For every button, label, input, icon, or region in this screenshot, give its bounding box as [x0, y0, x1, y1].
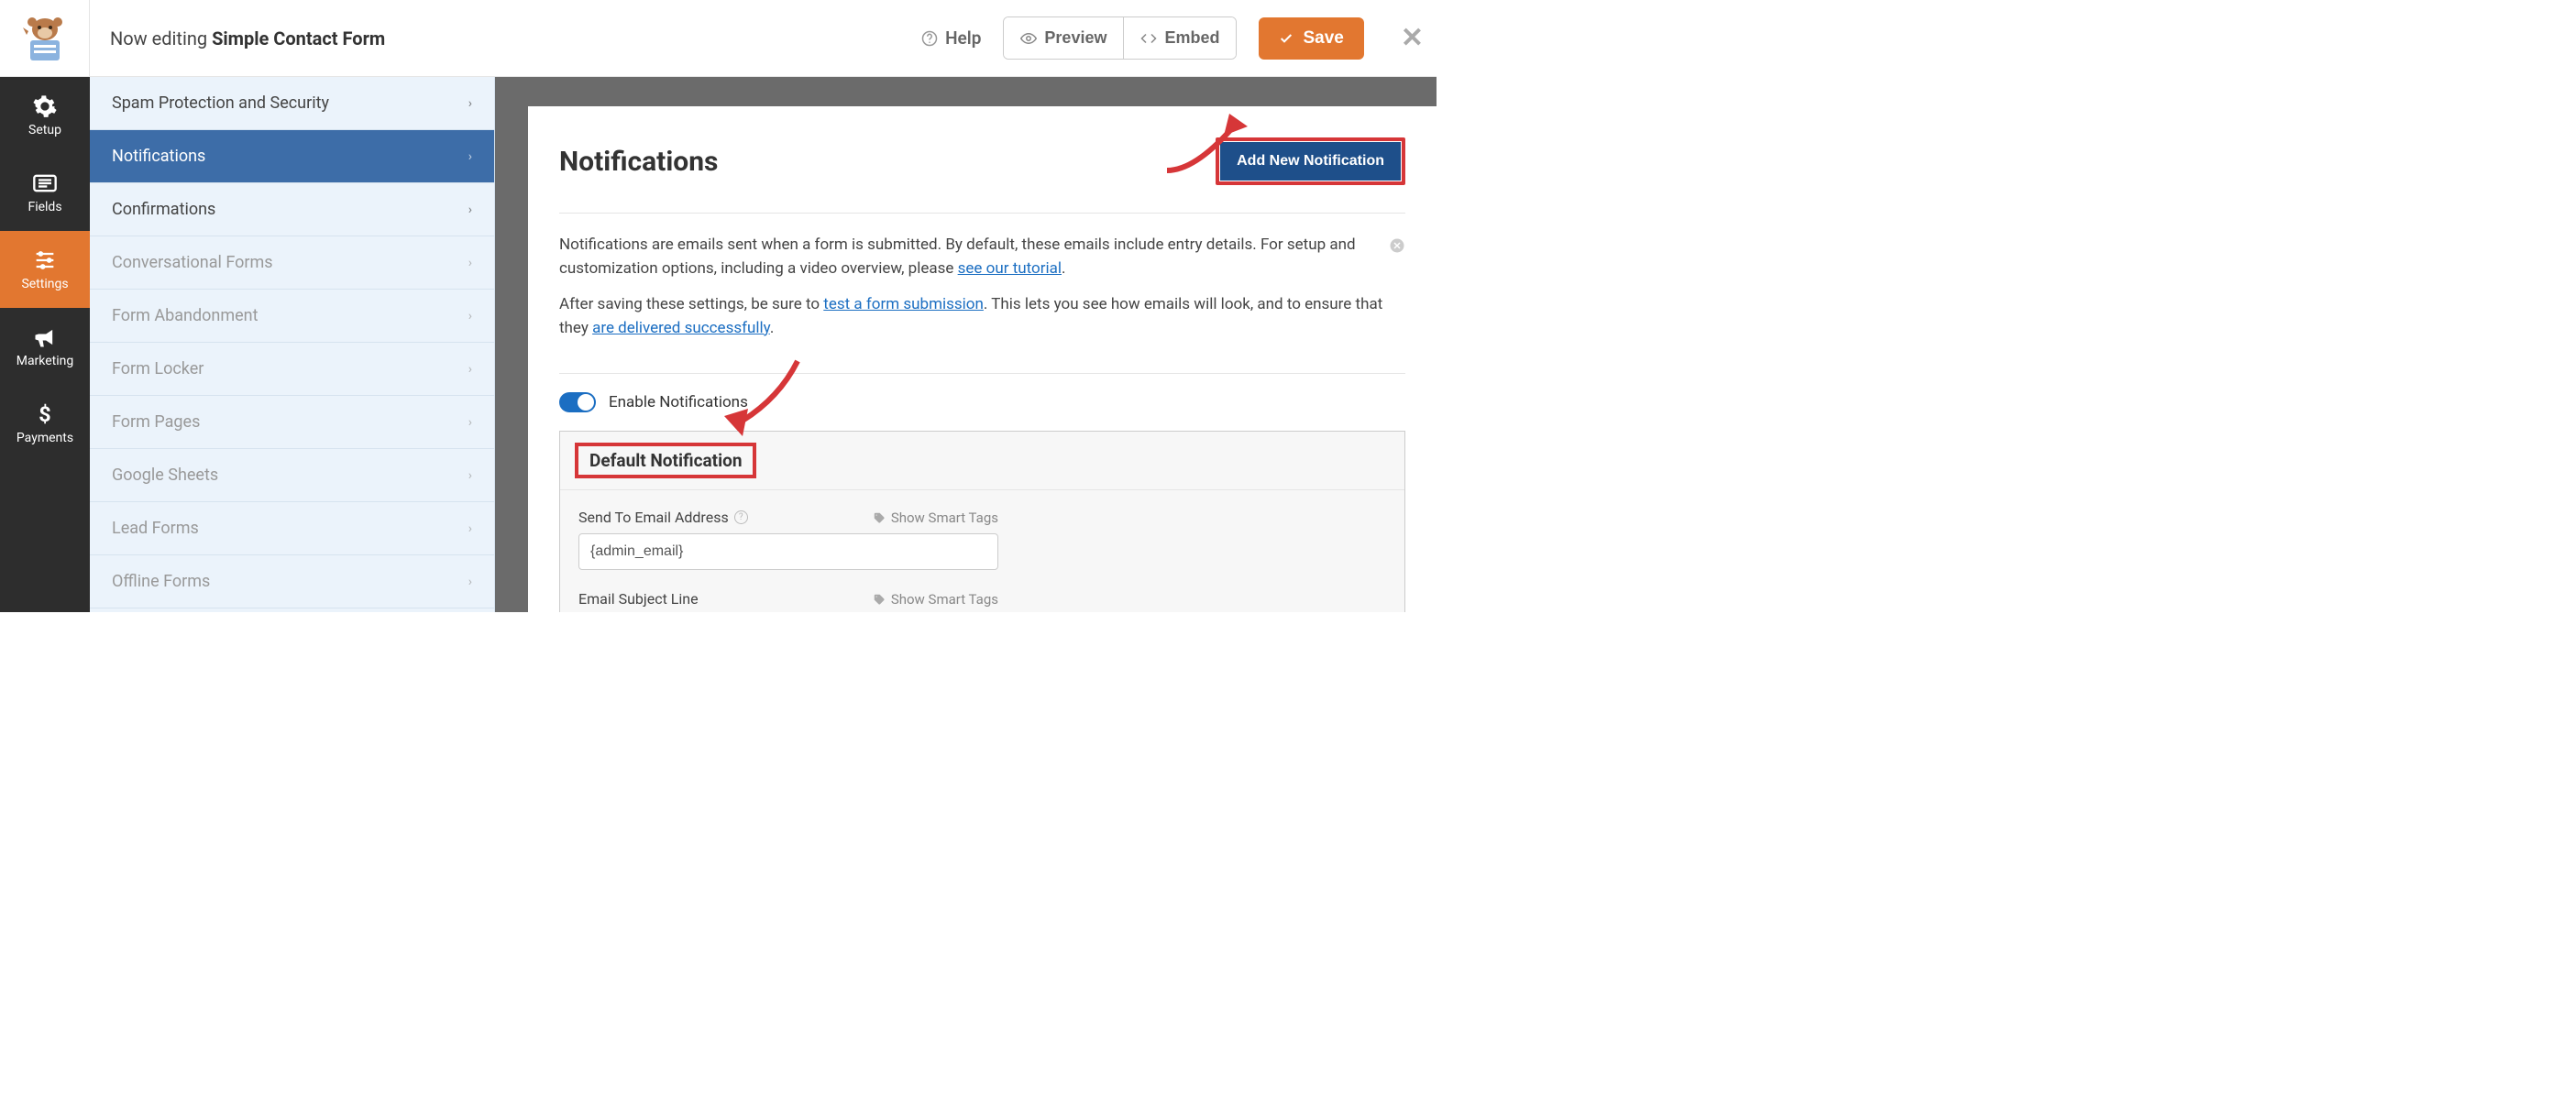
- settings-item-locker[interactable]: Form Locker›: [90, 343, 494, 396]
- field-label: Email Subject Line: [578, 590, 699, 608]
- settings-item-abandonment[interactable]: Form Abandonment›: [90, 290, 494, 343]
- tag-icon: [873, 593, 886, 606]
- eye-icon: [1020, 30, 1037, 47]
- chevron-right-icon: ›: [468, 521, 472, 536]
- app-logo[interactable]: [0, 0, 90, 77]
- send-to-email-input[interactable]: [578, 533, 998, 570]
- chevron-right-icon: ›: [468, 575, 472, 589]
- code-icon: [1140, 30, 1157, 47]
- chevron-right-icon: ›: [468, 468, 472, 483]
- add-new-notification-button[interactable]: Add New Notification: [1220, 142, 1401, 181]
- sidebar-item-marketing[interactable]: Marketing: [0, 308, 90, 385]
- list-icon: [32, 170, 58, 196]
- delivery-link[interactable]: are delivered successfully: [592, 319, 770, 337]
- svg-text:$: $: [39, 401, 50, 427]
- check-icon: [1279, 31, 1294, 46]
- settings-item-pages[interactable]: Form Pages›: [90, 396, 494, 449]
- primary-sidebar: Setup Fields Settings Marketing $ Paymen…: [0, 77, 90, 612]
- dismiss-icon[interactable]: [1389, 234, 1405, 261]
- bullhorn-icon: [32, 324, 58, 350]
- chevron-right-icon: ›: [468, 415, 472, 430]
- help-link[interactable]: Help: [921, 27, 981, 49]
- settings-item-notifications[interactable]: Notifications›: [90, 130, 494, 183]
- dollar-icon: $: [32, 401, 58, 427]
- sidebar-item-payments[interactable]: $ Payments: [0, 385, 90, 462]
- enable-notifications-toggle[interactable]: [559, 392, 596, 412]
- tutorial-link[interactable]: see our tutorial: [958, 259, 1062, 278]
- notification-card: Default Notification Send To Email Addre…: [559, 431, 1405, 612]
- close-icon[interactable]: ✕: [1401, 22, 1424, 54]
- settings-item-confirmations[interactable]: Confirmations›: [90, 183, 494, 236]
- sliders-icon: [32, 247, 58, 273]
- settings-sidebar: Spam Protection and Security› Notificati…: [90, 77, 495, 612]
- now-editing-text: Now editing Simple Contact Form: [110, 27, 385, 49]
- settings-item-sheets[interactable]: Google Sheets›: [90, 449, 494, 502]
- chevron-right-icon: ›: [468, 309, 472, 323]
- settings-item-spam[interactable]: Spam Protection and Security›: [90, 77, 494, 130]
- chevron-right-icon: ›: [468, 362, 472, 377]
- chevron-right-icon: ›: [468, 256, 472, 270]
- form-name: Simple Contact Form: [212, 27, 385, 49]
- panel-title: Notifications: [559, 146, 718, 178]
- help-label: Help: [945, 27, 981, 49]
- test-form-link[interactable]: test a form submission: [823, 295, 984, 313]
- chevron-right-icon: ›: [468, 96, 472, 111]
- panel-description: Notifications are emails sent when a for…: [559, 214, 1405, 374]
- tag-icon: [873, 511, 886, 524]
- toggle-label: Enable Notifications: [609, 393, 748, 411]
- sidebar-item-fields[interactable]: Fields: [0, 154, 90, 231]
- save-button[interactable]: Save: [1259, 17, 1363, 60]
- embed-button[interactable]: Embed: [1123, 17, 1236, 59]
- card-title: Default Notification: [589, 450, 742, 471]
- sidebar-item-setup[interactable]: Setup: [0, 77, 90, 154]
- settings-item-offline[interactable]: Offline Forms›: [90, 555, 494, 608]
- field-label: Send To Email Address ?: [578, 509, 748, 526]
- help-icon[interactable]: ?: [734, 510, 748, 524]
- settings-item-lead[interactable]: Lead Forms›: [90, 502, 494, 555]
- gear-icon: [32, 93, 58, 119]
- sidebar-item-settings[interactable]: Settings: [0, 231, 90, 308]
- preview-button[interactable]: Preview: [1004, 17, 1123, 59]
- chevron-right-icon: ›: [468, 203, 472, 217]
- show-smart-tags-link[interactable]: Show Smart Tags: [873, 510, 998, 526]
- chevron-right-icon: ›: [468, 149, 472, 164]
- show-smart-tags-link[interactable]: Show Smart Tags: [873, 591, 998, 608]
- add-new-highlight: Add New Notification: [1216, 137, 1405, 185]
- card-title-highlight: Default Notification: [575, 443, 756, 478]
- notifications-panel: Notifications Add New Notification Notif…: [528, 106, 1437, 612]
- settings-item-conversational[interactable]: Conversational Forms›: [90, 236, 494, 290]
